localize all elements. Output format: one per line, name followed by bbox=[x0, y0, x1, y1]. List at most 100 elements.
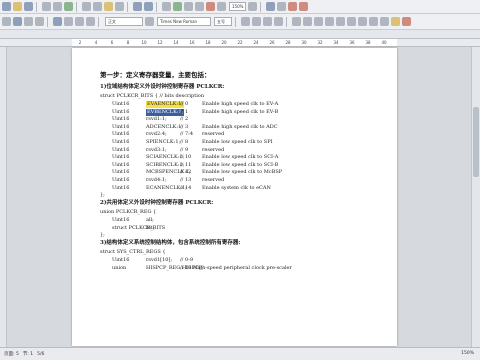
scrollbar-thumb[interactable] bbox=[473, 107, 479, 177]
insert-icon[interactable] bbox=[35, 17, 44, 26]
document-map-icon[interactable] bbox=[206, 2, 215, 11]
zoom-combo[interactable]: 150% bbox=[229, 2, 247, 11]
style-dropdown-icon[interactable] bbox=[145, 17, 154, 26]
open-folder-icon[interactable] bbox=[13, 2, 22, 11]
font-combo[interactable]: Times New Roman bbox=[157, 17, 211, 26]
code-type: Uint16 bbox=[112, 217, 130, 224]
bullets-icon[interactable] bbox=[358, 17, 367, 26]
insert-table-icon[interactable] bbox=[162, 2, 171, 11]
code-field: MCBSPENCLK:1; bbox=[146, 169, 191, 176]
code-type: Uint16 bbox=[112, 101, 130, 107]
comment-icon[interactable] bbox=[75, 17, 84, 26]
highlight-icon[interactable] bbox=[391, 17, 400, 26]
mail-icon[interactable] bbox=[266, 2, 276, 11]
font-color-icon[interactable] bbox=[274, 17, 283, 26]
code-cmt: // 8 bbox=[180, 139, 189, 145]
selected-text[interactable]: EVBENCLK:1; bbox=[146, 108, 185, 116]
code-line: Uint16 EVBENCLK:1;// 1 Enable high speed c… bbox=[112, 108, 278, 116]
code-cmt: // 0-9 bbox=[180, 257, 194, 264]
bold-icon[interactable] bbox=[241, 17, 250, 26]
code-line: Uint16 rsvd4:1; // 13 reserved bbox=[112, 177, 224, 184]
hyperlink-icon[interactable] bbox=[53, 17, 62, 26]
drawing-icon[interactable] bbox=[195, 2, 204, 11]
document-page[interactable]: 第一步：定义寄存器变量，主要包括： 1)位域结构体定义外设时钟控制寄存器 PCLK… bbox=[72, 48, 397, 346]
cut-icon[interactable] bbox=[82, 2, 91, 11]
code-type: Uint16 bbox=[112, 154, 130, 161]
code-field: SPIENCLK:1; bbox=[146, 139, 181, 145]
word-count-icon[interactable] bbox=[86, 17, 95, 26]
spelling-icon[interactable] bbox=[64, 2, 73, 11]
pdf-convert-icon[interactable] bbox=[299, 2, 309, 11]
status-zoom[interactable]: 150% bbox=[461, 351, 474, 356]
horizontal-ruler[interactable]: 2 4 6 8 10 12 14 16 18 20 22 24 26 28 30 32 34 36 38 40 bbox=[0, 39, 480, 47]
toolbar-separator bbox=[47, 16, 48, 27]
vertical-ruler[interactable] bbox=[0, 47, 7, 347]
code-line: union HISPCP_REG HISPCP;// 10 High-speed … bbox=[112, 265, 292, 272]
acrobat-icon[interactable] bbox=[288, 2, 298, 11]
vertical-scrollbar[interactable] bbox=[471, 47, 480, 347]
undo-icon[interactable] bbox=[133, 2, 142, 11]
track-changes-icon[interactable] bbox=[64, 17, 73, 26]
section-title: 2)共用体定义外设时钟控制寄存器 PCLKCR: bbox=[100, 200, 214, 207]
code-field: EVAENCLK:1; bbox=[146, 101, 184, 108]
styles-icon[interactable] bbox=[2, 17, 11, 26]
ruler-number: 14 bbox=[173, 40, 179, 45]
highlighted-text[interactable]: EVAENCLK:1; bbox=[146, 101, 184, 108]
code-line: Uint16 rsvd1:1; // 2 bbox=[112, 116, 202, 123]
toolbar-separator bbox=[36, 1, 37, 12]
italic-icon[interactable] bbox=[252, 17, 261, 26]
outline-toolbar bbox=[0, 30, 480, 39]
save-icon[interactable] bbox=[24, 2, 33, 11]
code-type: union bbox=[112, 265, 127, 271]
read-icon[interactable] bbox=[277, 2, 287, 11]
align-center-icon[interactable] bbox=[303, 17, 312, 26]
ruler-number: 38 bbox=[365, 40, 371, 45]
code-cmt: // 7:4 bbox=[180, 131, 194, 138]
show-hide-icon[interactable] bbox=[217, 2, 226, 11]
section-title: 1)位域结构体定义外设时钟控制寄存器 PCLKCR: bbox=[100, 84, 225, 90]
underline-icon[interactable] bbox=[263, 17, 272, 26]
page-setup-icon[interactable] bbox=[24, 17, 33, 26]
font-color-red-icon[interactable] bbox=[402, 17, 411, 26]
new-window-icon[interactable] bbox=[13, 17, 22, 26]
align-left-icon[interactable] bbox=[292, 17, 301, 26]
align-right-icon[interactable] bbox=[314, 17, 323, 26]
ruler-number: 28 bbox=[285, 40, 291, 45]
ruler-number: 24 bbox=[253, 40, 259, 45]
justify-icon[interactable] bbox=[325, 17, 334, 26]
code-type: Uint16 bbox=[112, 177, 130, 183]
paste-icon[interactable] bbox=[104, 2, 113, 11]
help-icon[interactable] bbox=[248, 2, 258, 11]
decrease-indent-icon[interactable] bbox=[369, 17, 378, 26]
style-combo[interactable]: 正文 bbox=[105, 17, 143, 26]
code-field: rsvd3:1; bbox=[146, 146, 167, 153]
format-painter-icon[interactable] bbox=[115, 2, 124, 11]
code-desc: Enable low speed clk to SPI bbox=[202, 139, 273, 145]
ruler-number: 34 bbox=[333, 40, 339, 45]
columns-icon[interactable] bbox=[184, 2, 193, 11]
print-preview-icon[interactable] bbox=[53, 2, 62, 11]
status-page: 页面: 5 bbox=[4, 352, 19, 357]
ruler-number: 40 bbox=[381, 40, 387, 45]
code-field: bit; bbox=[146, 224, 155, 231]
code-cmt: // 10 High-speed peripheral clock pre-sc… bbox=[180, 265, 292, 271]
code-line: Uint16 rsvd2:4; // 7:4 reserved bbox=[112, 131, 224, 138]
ruler-number: 6 bbox=[110, 40, 114, 45]
ruler-number: 12 bbox=[157, 40, 163, 45]
toolbar-separator bbox=[76, 1, 77, 12]
increase-indent-icon[interactable] bbox=[380, 17, 389, 26]
ruler-number: 20 bbox=[221, 40, 227, 45]
code-field: EVBENCLK:1; bbox=[146, 108, 185, 116]
line-spacing-icon[interactable] bbox=[336, 17, 345, 26]
numbering-icon[interactable] bbox=[347, 17, 356, 26]
insert-chart-icon[interactable] bbox=[173, 2, 182, 11]
code-field: SCIAENCLK:1; bbox=[146, 154, 185, 161]
print-icon[interactable] bbox=[42, 2, 51, 11]
code-line: Uint16 ADCENCLK:1;// 3 Enable high speed c… bbox=[112, 124, 278, 131]
new-document-icon[interactable] bbox=[2, 2, 11, 11]
code-line: Uint16 SCIAENCLK:1;// 10 Enable low speed … bbox=[112, 154, 278, 161]
font-size-combo[interactable]: 五号 bbox=[214, 17, 232, 26]
code-field: rsvd1[10]; bbox=[146, 257, 173, 264]
redo-icon[interactable] bbox=[144, 2, 153, 11]
copy-icon[interactable] bbox=[93, 2, 102, 11]
